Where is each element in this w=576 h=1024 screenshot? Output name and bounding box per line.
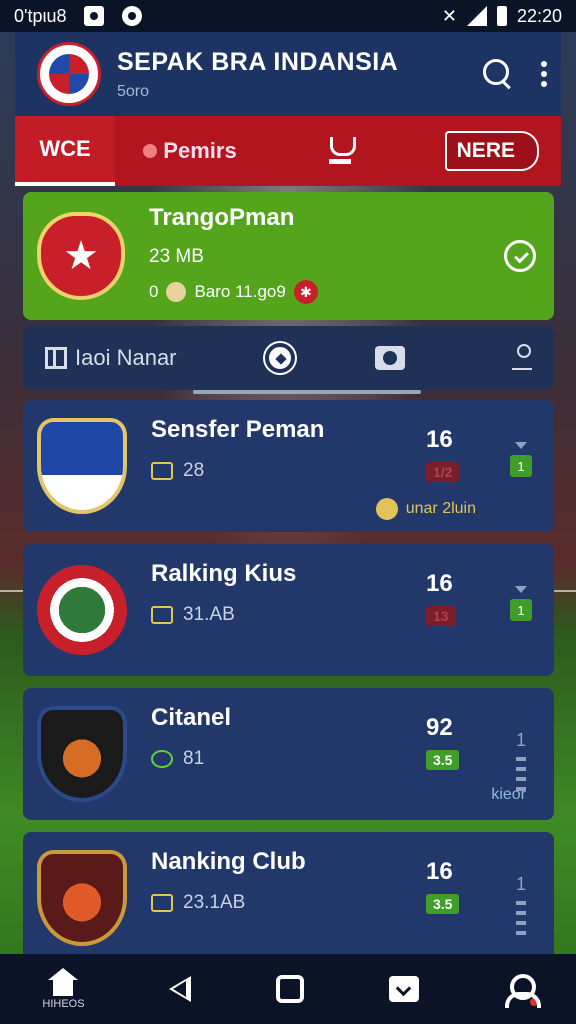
signal-icon xyxy=(466,6,487,26)
club-name: Sensfer Peman xyxy=(151,416,325,443)
tab-label: Pemirs xyxy=(163,138,237,163)
app-bar: SEPAK BRA INDANSIA 5oro xyxy=(15,32,561,116)
notification-icon xyxy=(84,6,105,26)
mini-badge: 1 xyxy=(510,455,532,477)
player-icon xyxy=(143,144,158,158)
featured-crest-icon: ★ xyxy=(37,212,125,300)
stat-icon xyxy=(151,462,173,480)
profile-icon xyxy=(504,974,541,1008)
club-stat: 23.1AB xyxy=(151,892,426,914)
coin-icon xyxy=(375,498,398,520)
stat-icon xyxy=(151,894,173,912)
vote-arrows-icon[interactable] xyxy=(516,901,526,941)
status-bar: 0'tpιu8 ✕ 22:20 xyxy=(0,0,576,32)
chevron-down-icon[interactable] xyxy=(515,442,527,449)
search-icon[interactable] xyxy=(483,59,513,89)
filter-icon xyxy=(45,347,67,369)
featured-meta-text: Baro 11.go9 xyxy=(194,282,286,301)
club-name: Citanel xyxy=(151,704,232,731)
list-item[interactable]: Sensfer Peman 28 16 1/2 1 unar 2luin xyxy=(23,400,554,532)
list-item[interactable]: Nanking Club 23.1AB 16 3.5 1 xyxy=(23,832,554,964)
club-crest-icon xyxy=(37,850,127,946)
club-number: 16 xyxy=(426,858,453,885)
rank-number: 1 xyxy=(515,730,526,750)
sub-toolbar: Iaoi Nanar xyxy=(23,326,554,394)
club-crest-icon xyxy=(37,418,127,514)
wifi-off-icon: ✕ xyxy=(441,5,457,26)
tab-label: NERE xyxy=(444,131,539,171)
back-icon xyxy=(169,976,192,1002)
tab-wce[interactable]: WCE xyxy=(15,116,115,186)
nav-recents[interactable] xyxy=(276,975,305,1003)
coin-icon xyxy=(166,282,187,302)
status-badge: 3.5 xyxy=(426,894,460,914)
battery-icon xyxy=(496,6,507,26)
card-footer-text: unar 2luin xyxy=(405,500,476,517)
club-number: 92 xyxy=(426,714,453,741)
card-footer: unar 2luin xyxy=(375,498,476,520)
tab-pemirs[interactable]: Pemirs xyxy=(115,116,265,186)
status-time: 22:20 xyxy=(516,5,562,26)
filter-label: Iaoi Nanar xyxy=(75,345,177,370)
trophy-icon xyxy=(327,137,356,165)
star-badge-icon: ✱ xyxy=(293,280,318,304)
status-badge: 13 xyxy=(426,606,456,626)
nav-back[interactable] xyxy=(169,976,192,1002)
more-options-icon[interactable] xyxy=(541,61,547,87)
tab-nere[interactable]: NERE xyxy=(444,116,539,186)
club-stat: 31.AB xyxy=(151,604,426,626)
recents-icon xyxy=(276,975,305,1003)
rank-number: 1 xyxy=(515,874,526,894)
club-stat-value: 31.AB xyxy=(183,604,235,625)
camera-icon xyxy=(375,346,405,370)
app-subtitle: 5oro xyxy=(117,82,150,100)
settings-status-icon xyxy=(122,6,143,26)
inbox-icon xyxy=(388,976,419,1002)
stat-icon xyxy=(151,606,173,624)
club-stat-value: 81 xyxy=(183,748,205,769)
club-stat-value: 28 xyxy=(183,460,205,481)
tab-label: WCE xyxy=(39,136,91,161)
club-stat: 28 xyxy=(151,460,426,482)
home-icon xyxy=(48,968,79,996)
club-number: 16 xyxy=(426,570,453,597)
chevron-down-icon[interactable] xyxy=(515,586,527,593)
club-number: 16 xyxy=(426,426,453,453)
club-crest-icon xyxy=(37,565,127,655)
camera-button[interactable] xyxy=(335,346,445,370)
club-name: Nanking Club xyxy=(151,848,306,875)
soccer-ball-icon xyxy=(265,343,295,373)
card-footer-text: kieor xyxy=(491,786,526,803)
club-crest-icon xyxy=(37,706,127,802)
bottom-nav: HIHEOS xyxy=(0,954,576,1024)
app-title: SEPAK BRA INDANSIA xyxy=(117,47,399,76)
featured-size: 23 MB xyxy=(149,246,204,267)
status-badge: 3.5 xyxy=(426,750,460,770)
list-item[interactable]: Ralking Kius 31.AB 16 13 1 xyxy=(23,544,554,676)
nav-profile[interactable] xyxy=(504,974,541,1008)
club-name: Ralking Kius xyxy=(151,560,297,587)
list-item[interactable]: Citanel 81 92 3.5 1 kieor xyxy=(23,688,554,820)
featured-meta: 0 Baro 11.go9 ✱ xyxy=(149,280,318,304)
app-logo[interactable] xyxy=(37,42,101,106)
featured-card[interactable]: ★ TrangoPman 23 MB 0 Baro 11.go9 ✱ xyxy=(23,192,554,320)
status-badge: 1/2 xyxy=(426,462,460,482)
stat-icon xyxy=(151,750,173,768)
club-stat-value: 23.1AB xyxy=(183,892,246,913)
tab-bar: WCE Pemirs NERE xyxy=(15,116,561,186)
nav-home-label: HIHEOS xyxy=(42,998,85,1010)
featured-name: TrangoPman xyxy=(149,204,295,231)
club-stat: 81 xyxy=(151,748,426,770)
nav-home[interactable]: HIHEOS xyxy=(42,968,85,1010)
ball-button[interactable] xyxy=(225,343,335,373)
status-carrier: 0'tpιu8 xyxy=(14,5,67,26)
featured-meta-prefix: 0 xyxy=(149,282,159,301)
tab-indicator xyxy=(193,390,421,394)
mini-badge: 1 xyxy=(510,599,532,621)
filter-button[interactable]: Iaoi Nanar xyxy=(45,345,225,371)
nav-inbox[interactable] xyxy=(388,976,419,1002)
location-pin-icon[interactable] xyxy=(512,344,532,372)
tab-trophy[interactable] xyxy=(265,116,415,186)
check-circle-icon[interactable] xyxy=(504,240,536,272)
